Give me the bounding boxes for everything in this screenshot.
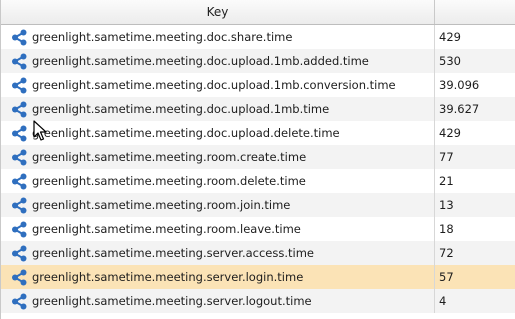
value-cell: 72: [439, 246, 454, 260]
table-row[interactable]: greenlight.sametime.meeting.room.create.…: [1, 145, 515, 169]
value-cell: 530: [439, 54, 461, 68]
key-cell: greenlight.sametime.meeting.server.logou…: [1, 289, 435, 313]
value-cell: 13: [439, 198, 454, 212]
value-cell: 429: [439, 30, 461, 44]
key-text: greenlight.sametime.meeting.server.login…: [32, 270, 304, 284]
share-icon: [12, 269, 27, 285]
value-cell: 429: [439, 126, 461, 140]
key-cell: greenlight.sametime.meeting.room.leave.t…: [1, 217, 435, 241]
key-value-table: Key greenlight.sametime.meeting.doc.shar…: [0, 0, 515, 319]
key-cell: greenlight.sametime.meeting.doc.share.ti…: [1, 25, 435, 49]
value-cell: 4: [439, 294, 447, 308]
column-header-key[interactable]: Key: [1, 0, 435, 24]
table-row[interactable]: greenlight.sametime.meeting.server.acces…: [1, 241, 515, 265]
share-icon: [12, 197, 27, 213]
value-cell: 18: [439, 222, 454, 236]
share-icon: [12, 101, 27, 117]
share-icon: [12, 173, 27, 189]
key-cell: greenlight.sametime.meeting.doc.upload.1…: [1, 97, 435, 121]
key-text: greenlight.sametime.meeting.doc.upload.1…: [32, 102, 330, 116]
key-text: greenlight.sametime.meeting.doc.upload.1…: [32, 54, 369, 68]
table-body: greenlight.sametime.meeting.doc.share.ti…: [1, 25, 515, 313]
share-icon: [12, 293, 27, 309]
key-text: greenlight.sametime.meeting.doc.share.ti…: [32, 30, 293, 44]
table-row-selected[interactable]: greenlight.sametime.meeting.server.login…: [1, 265, 515, 289]
key-text: greenlight.sametime.meeting.room.delete.…: [32, 174, 306, 188]
key-text: greenlight.sametime.meeting.server.acces…: [32, 246, 315, 260]
key-cell: greenlight.sametime.meeting.doc.upload.1…: [1, 49, 435, 73]
table-row[interactable]: greenlight.sametime.meeting.room.delete.…: [1, 169, 515, 193]
column-header-value[interactable]: [435, 0, 515, 24]
share-icon: [12, 221, 27, 237]
key-cell: greenlight.sametime.meeting.room.join.ti…: [1, 193, 435, 217]
table-row[interactable]: greenlight.sametime.meeting.doc.upload.1…: [1, 73, 515, 97]
key-cell: greenlight.sametime.meeting.room.delete.…: [1, 169, 435, 193]
key-cell: greenlight.sametime.meeting.server.acces…: [1, 241, 435, 265]
key-text: greenlight.sametime.meeting.room.join.ti…: [32, 198, 291, 212]
share-icon: [12, 53, 27, 69]
table-row[interactable]: greenlight.sametime.meeting.doc.upload.1…: [1, 49, 515, 73]
key-text: greenlight.sametime.meeting.room.create.…: [32, 150, 307, 164]
table-row[interactable]: greenlight.sametime.meeting.room.leave.t…: [1, 217, 515, 241]
share-icon: [12, 125, 27, 141]
key-cell: greenlight.sametime.meeting.room.create.…: [1, 145, 435, 169]
value-cell: 21: [439, 174, 454, 188]
table-header: Key: [1, 0, 515, 25]
value-cell: 39.096: [439, 78, 480, 92]
key-cell: greenlight.sametime.meeting.doc.upload.1…: [1, 73, 435, 97]
table-row[interactable]: greenlight.sametime.meeting.server.logou…: [1, 289, 515, 313]
key-cell: greenlight.sametime.meeting.doc.upload.d…: [1, 121, 435, 145]
share-icon: [12, 149, 27, 165]
share-icon: [12, 29, 27, 45]
share-icon: [12, 77, 27, 93]
table-row[interactable]: greenlight.sametime.meeting.doc.upload.1…: [1, 97, 515, 121]
key-cell: greenlight.sametime.meeting.server.login…: [1, 265, 435, 289]
table-row[interactable]: greenlight.sametime.meeting.doc.upload.d…: [1, 121, 515, 145]
key-text: greenlight.sametime.meeting.server.logou…: [32, 294, 312, 308]
share-icon: [12, 245, 27, 261]
table-row[interactable]: greenlight.sametime.meeting.doc.share.ti…: [1, 25, 515, 49]
value-cell: 77: [439, 150, 454, 164]
value-cell: 57: [439, 270, 454, 284]
value-cell: 39.627: [439, 102, 480, 116]
key-text: greenlight.sametime.meeting.doc.upload.1…: [32, 78, 396, 92]
key-text: greenlight.sametime.meeting.doc.upload.d…: [32, 126, 340, 140]
key-text: greenlight.sametime.meeting.room.leave.t…: [32, 222, 301, 236]
table-row[interactable]: greenlight.sametime.meeting.room.join.ti…: [1, 193, 515, 217]
